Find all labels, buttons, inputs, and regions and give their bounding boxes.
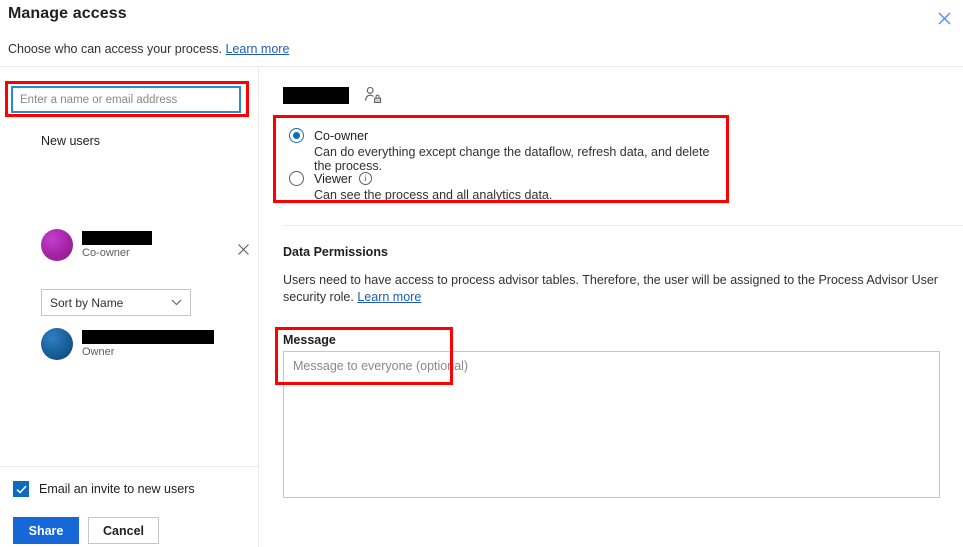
sort-dropdown[interactable]: Sort by Name <box>41 289 191 316</box>
checkmark-icon[interactable] <box>13 481 29 497</box>
radio-head[interactable]: Co-owner <box>289 128 729 143</box>
radio-button-co-owner[interactable] <box>289 128 304 143</box>
radio-button-viewer[interactable] <box>289 171 304 186</box>
data-permissions-title: Data Permissions <box>283 245 388 259</box>
data-permissions-learn-more-link[interactable]: Learn more <box>357 290 421 304</box>
user-name-redacted <box>82 231 152 245</box>
right-panel: Co-owner Can do everything except change… <box>259 67 963 547</box>
list-item[interactable]: Co-owner <box>41 229 152 261</box>
person-lock-icon <box>364 86 382 104</box>
dialog-subtitle-text: Choose who can access your process. <box>8 42 222 56</box>
message-label: Message <box>283 333 336 347</box>
info-icon[interactable]: i <box>358 172 372 185</box>
permission-radio-group: Co-owner Can do everything except change… <box>273 115 729 203</box>
permission-option-viewer[interactable]: Viewer i Can see the process and all ana… <box>289 171 552 202</box>
permission-description: Can see the process and all analytics da… <box>314 188 553 202</box>
new-users-label: New users <box>41 134 101 148</box>
sort-dropdown-value: Sort by Name <box>50 295 124 310</box>
selected-user-name-redacted <box>283 86 349 104</box>
share-button[interactable]: Share <box>13 517 79 544</box>
avatar <box>41 328 73 360</box>
email-invite-label: Email an invite to new users <box>39 482 195 496</box>
section-divider <box>283 225 963 226</box>
permission-label: Co-owner <box>314 128 369 143</box>
list-item[interactable]: Owner <box>41 328 214 360</box>
selected-user-header <box>283 86 382 104</box>
permission-description: Can do everything except change the data… <box>314 145 710 173</box>
user-name-redacted <box>82 330 214 344</box>
permission-option-co-owner[interactable]: Co-owner Can do everything except change… <box>289 128 729 173</box>
people-picker-input[interactable] <box>11 86 241 113</box>
close-icon[interactable] <box>929 4 959 32</box>
user-role: Owner <box>82 346 115 358</box>
subtitle-learn-more-link[interactable]: Learn more <box>225 42 289 56</box>
remove-user-icon[interactable] <box>236 243 250 257</box>
permission-label: Viewer <box>314 171 352 186</box>
dialog-subtitle: Choose who can access your process. Lear… <box>8 42 289 56</box>
user-text-block: Owner <box>82 330 214 358</box>
manage-access-dialog: Manage access Choose who can access your… <box>0 0 963 547</box>
chevron-down-icon <box>171 298 182 308</box>
user-role: Co-owner <box>82 247 130 259</box>
left-panel: New users Co-owner Sort by Name <box>0 67 258 547</box>
data-permissions-body: Users need to have access to process adv… <box>283 272 959 306</box>
avatar <box>41 229 73 261</box>
message-textarea[interactable] <box>283 351 940 498</box>
left-footer-divider <box>0 466 258 467</box>
search-field-wrapper <box>11 86 241 113</box>
page-title: Manage access <box>8 5 127 22</box>
dialog-actions: Share Cancel <box>13 517 159 544</box>
radio-head[interactable]: Viewer i <box>289 171 552 186</box>
cancel-button[interactable]: Cancel <box>88 517 159 544</box>
user-text-block: Co-owner <box>82 231 152 259</box>
email-invite-checkbox-row[interactable]: Email an invite to new users <box>13 481 195 497</box>
